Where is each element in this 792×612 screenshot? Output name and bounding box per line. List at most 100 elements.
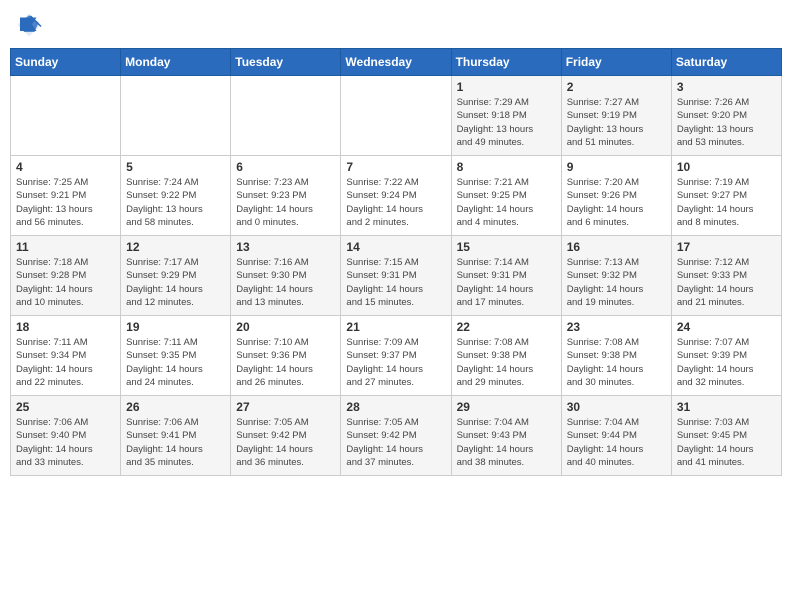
calendar-cell: 3 Sunrise: 7:26 AM Sunset: 9:20 PM Daylig… <box>671 76 781 156</box>
calendar-cell: 16 Sunrise: 7:13 AM Sunset: 9:32 PM Dayli… <box>561 236 671 316</box>
calendar-cell: 10 Sunrise: 7:19 AM Sunset: 9:27 PM Dayli… <box>671 156 781 236</box>
day-number: 4 <box>16 160 115 174</box>
day-info: Sunrise: 7:27 AM Sunset: 9:19 PM Dayligh… <box>567 96 666 149</box>
day-info: Sunrise: 7:08 AM Sunset: 9:38 PM Dayligh… <box>567 336 666 389</box>
day-number: 16 <box>567 240 666 254</box>
day-info: Sunrise: 7:26 AM Sunset: 9:20 PM Dayligh… <box>677 96 776 149</box>
day-info: Sunrise: 7:11 AM Sunset: 9:35 PM Dayligh… <box>126 336 225 389</box>
day-number: 1 <box>457 80 556 94</box>
column-header-tuesday: Tuesday <box>231 49 341 76</box>
calendar-week-row: 4 Sunrise: 7:25 AM Sunset: 9:21 PM Daylig… <box>11 156 782 236</box>
calendar-cell: 28 Sunrise: 7:05 AM Sunset: 9:42 PM Dayli… <box>341 396 451 476</box>
day-info: Sunrise: 7:08 AM Sunset: 9:38 PM Dayligh… <box>457 336 556 389</box>
calendar-cell: 25Sunrise: 7:06 AM Sunset: 9:40 PM Dayli… <box>11 396 121 476</box>
day-info: Sunrise: 7:23 AM Sunset: 9:23 PM Dayligh… <box>236 176 335 229</box>
day-number: 24 <box>677 320 776 334</box>
day-number: 20 <box>236 320 335 334</box>
day-number: 26 <box>126 400 225 414</box>
day-info: Sunrise: 7:06 AM Sunset: 9:41 PM Dayligh… <box>126 416 225 469</box>
calendar-cell <box>231 76 341 156</box>
calendar-cell: 31Sunrise: 7:03 AM Sunset: 9:45 PM Dayli… <box>671 396 781 476</box>
day-number: 22 <box>457 320 556 334</box>
calendar-cell: 13 Sunrise: 7:16 AM Sunset: 9:30 PM Dayli… <box>231 236 341 316</box>
calendar-cell: 11 Sunrise: 7:18 AM Sunset: 9:28 PM Dayli… <box>11 236 121 316</box>
day-number: 29 <box>457 400 556 414</box>
day-number: 15 <box>457 240 556 254</box>
calendar-week-row: 1 Sunrise: 7:29 AM Sunset: 9:18 PM Daylig… <box>11 76 782 156</box>
day-info: Sunrise: 7:04 AM Sunset: 9:43 PM Dayligh… <box>457 416 556 469</box>
day-info: Sunrise: 7:11 AM Sunset: 9:34 PM Dayligh… <box>16 336 115 389</box>
calendar-cell: 14 Sunrise: 7:15 AM Sunset: 9:31 PM Dayli… <box>341 236 451 316</box>
day-info: Sunrise: 7:25 AM Sunset: 9:21 PM Dayligh… <box>16 176 115 229</box>
logo <box>14 10 48 40</box>
calendar-cell: 21 Sunrise: 7:09 AM Sunset: 9:37 PM Dayli… <box>341 316 451 396</box>
calendar-week-row: 18 Sunrise: 7:11 AM Sunset: 9:34 PM Dayli… <box>11 316 782 396</box>
day-number: 9 <box>567 160 666 174</box>
calendar-cell: 6 Sunrise: 7:23 AM Sunset: 9:23 PM Daylig… <box>231 156 341 236</box>
calendar-cell: 19 Sunrise: 7:11 AM Sunset: 9:35 PM Dayli… <box>121 316 231 396</box>
day-number: 19 <box>126 320 225 334</box>
day-info: Sunrise: 7:18 AM Sunset: 9:28 PM Dayligh… <box>16 256 115 309</box>
day-info: Sunrise: 7:09 AM Sunset: 9:37 PM Dayligh… <box>346 336 445 389</box>
column-header-sunday: Sunday <box>11 49 121 76</box>
day-number: 8 <box>457 160 556 174</box>
calendar-cell: 24 Sunrise: 7:07 AM Sunset: 9:39 PM Dayli… <box>671 316 781 396</box>
day-number: 11 <box>16 240 115 254</box>
calendar-cell: 2 Sunrise: 7:27 AM Sunset: 9:19 PM Daylig… <box>561 76 671 156</box>
day-number: 17 <box>677 240 776 254</box>
calendar-cell: 22 Sunrise: 7:08 AM Sunset: 9:38 PM Dayli… <box>451 316 561 396</box>
day-info: Sunrise: 7:22 AM Sunset: 9:24 PM Dayligh… <box>346 176 445 229</box>
day-number: 2 <box>567 80 666 94</box>
day-number: 28 <box>346 400 445 414</box>
calendar-cell: 5Sunrise: 7:24 AM Sunset: 9:22 PM Daylig… <box>121 156 231 236</box>
day-info: Sunrise: 7:05 AM Sunset: 9:42 PM Dayligh… <box>236 416 335 469</box>
day-number: 13 <box>236 240 335 254</box>
day-info: Sunrise: 7:14 AM Sunset: 9:31 PM Dayligh… <box>457 256 556 309</box>
calendar-cell: 26 Sunrise: 7:06 AM Sunset: 9:41 PM Dayli… <box>121 396 231 476</box>
day-info: Sunrise: 7:07 AM Sunset: 9:39 PM Dayligh… <box>677 336 776 389</box>
calendar-cell: 9 Sunrise: 7:20 AM Sunset: 9:26 PM Daylig… <box>561 156 671 236</box>
day-number: 30 <box>567 400 666 414</box>
calendar-cell: 18 Sunrise: 7:11 AM Sunset: 9:34 PM Dayli… <box>11 316 121 396</box>
day-number: 23 <box>567 320 666 334</box>
calendar-week-row: 11 Sunrise: 7:18 AM Sunset: 9:28 PM Dayli… <box>11 236 782 316</box>
day-number: 6 <box>236 160 335 174</box>
calendar-cell: 20 Sunrise: 7:10 AM Sunset: 9:36 PM Dayli… <box>231 316 341 396</box>
calendar-cell: 1 Sunrise: 7:29 AM Sunset: 9:18 PM Daylig… <box>451 76 561 156</box>
day-info: Sunrise: 7:20 AM Sunset: 9:26 PM Dayligh… <box>567 176 666 229</box>
day-info: Sunrise: 7:06 AM Sunset: 9:40 PM Dayligh… <box>16 416 115 469</box>
day-info: Sunrise: 7:12 AM Sunset: 9:33 PM Dayligh… <box>677 256 776 309</box>
day-number: 12 <box>126 240 225 254</box>
column-header-saturday: Saturday <box>671 49 781 76</box>
day-info: Sunrise: 7:04 AM Sunset: 9:44 PM Dayligh… <box>567 416 666 469</box>
calendar-cell: 30 Sunrise: 7:04 AM Sunset: 9:44 PM Dayli… <box>561 396 671 476</box>
day-info: Sunrise: 7:29 AM Sunset: 9:18 PM Dayligh… <box>457 96 556 149</box>
calendar-cell <box>341 76 451 156</box>
logo-icon <box>14 10 44 40</box>
day-number: 14 <box>346 240 445 254</box>
day-number: 5 <box>126 160 225 174</box>
calendar-cell: 17 Sunrise: 7:12 AM Sunset: 9:33 PM Dayli… <box>671 236 781 316</box>
day-info: Sunrise: 7:15 AM Sunset: 9:31 PM Dayligh… <box>346 256 445 309</box>
calendar-cell: 8 Sunrise: 7:21 AM Sunset: 9:25 PM Daylig… <box>451 156 561 236</box>
calendar-table: SundayMondayTuesdayWednesdayThursdayFrid… <box>10 48 782 476</box>
day-info: Sunrise: 7:03 AM Sunset: 9:45 PM Dayligh… <box>677 416 776 469</box>
day-number: 21 <box>346 320 445 334</box>
column-header-thursday: Thursday <box>451 49 561 76</box>
day-info: Sunrise: 7:13 AM Sunset: 9:32 PM Dayligh… <box>567 256 666 309</box>
day-info: Sunrise: 7:21 AM Sunset: 9:25 PM Dayligh… <box>457 176 556 229</box>
day-info: Sunrise: 7:19 AM Sunset: 9:27 PM Dayligh… <box>677 176 776 229</box>
page-header <box>10 10 782 40</box>
calendar-cell: 27Sunrise: 7:05 AM Sunset: 9:42 PM Dayli… <box>231 396 341 476</box>
calendar-week-row: 25Sunrise: 7:06 AM Sunset: 9:40 PM Dayli… <box>11 396 782 476</box>
calendar-cell <box>121 76 231 156</box>
day-number: 18 <box>16 320 115 334</box>
column-header-friday: Friday <box>561 49 671 76</box>
day-number: 7 <box>346 160 445 174</box>
day-info: Sunrise: 7:16 AM Sunset: 9:30 PM Dayligh… <box>236 256 335 309</box>
day-info: Sunrise: 7:10 AM Sunset: 9:36 PM Dayligh… <box>236 336 335 389</box>
day-number: 10 <box>677 160 776 174</box>
day-info: Sunrise: 7:05 AM Sunset: 9:42 PM Dayligh… <box>346 416 445 469</box>
day-number: 3 <box>677 80 776 94</box>
column-header-monday: Monday <box>121 49 231 76</box>
